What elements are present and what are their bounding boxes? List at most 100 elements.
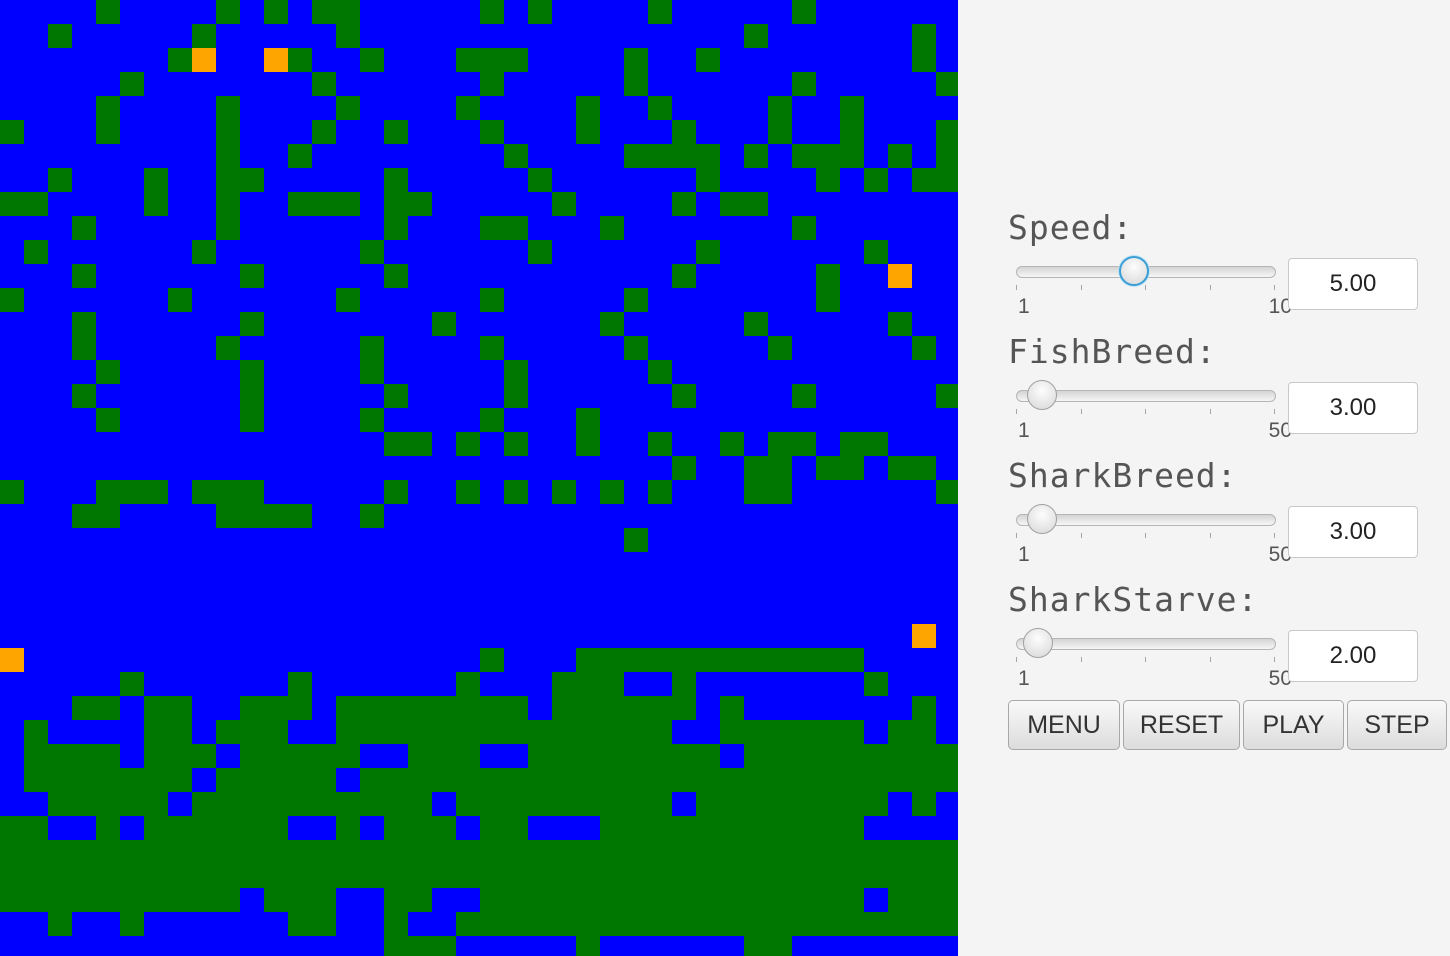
- fish-cell: [792, 888, 816, 912]
- slider-thumb[interactable]: [1027, 380, 1057, 410]
- fish-cell: [864, 432, 888, 456]
- slider-thumb[interactable]: [1119, 256, 1149, 286]
- fish-cell: [792, 216, 816, 240]
- fish-cell: [264, 840, 288, 864]
- fish-cell: [672, 888, 696, 912]
- fish-cell: [192, 792, 216, 816]
- fish-cell: [96, 792, 120, 816]
- fish-cell: [216, 144, 240, 168]
- fish-cell: [552, 912, 576, 936]
- fish-cell: [480, 120, 504, 144]
- fish-cell: [72, 264, 96, 288]
- fish-cell: [888, 144, 912, 168]
- reset-button[interactable]: RESET: [1123, 700, 1240, 750]
- fish-cell: [288, 768, 312, 792]
- fish-cell: [768, 120, 792, 144]
- fish-cell: [768, 840, 792, 864]
- fish-cell: [144, 816, 168, 840]
- speed-value-field[interactable]: 5.00: [1288, 258, 1418, 310]
- fish-cell: [456, 432, 480, 456]
- shark-cell: [264, 48, 288, 72]
- fish-cell: [720, 912, 744, 936]
- fish-cell: [744, 816, 768, 840]
- fish-cell: [744, 720, 768, 744]
- fish-cell: [120, 792, 144, 816]
- fish-cell: [48, 888, 72, 912]
- fish-cell: [936, 768, 958, 792]
- sharkstarve-value-field[interactable]: 2.00: [1288, 630, 1418, 682]
- fish-cell: [456, 96, 480, 120]
- slider-tick: [1016, 657, 1017, 662]
- fish-cell: [624, 336, 648, 360]
- fish-cell: [816, 840, 840, 864]
- fish-cell: [480, 408, 504, 432]
- fish-cell: [456, 864, 480, 888]
- speed-slider[interactable]: 1 10: [1016, 250, 1292, 318]
- fish-cell: [480, 696, 504, 720]
- fish-cell: [312, 72, 336, 96]
- fish-cell: [48, 24, 72, 48]
- fish-cell: [768, 912, 792, 936]
- fish-cell: [384, 696, 408, 720]
- fish-cell: [504, 864, 528, 888]
- fish-cell: [768, 480, 792, 504]
- fish-cell: [288, 744, 312, 768]
- fish-cell: [72, 504, 96, 528]
- fish-cell: [360, 336, 384, 360]
- fish-cell: [864, 792, 888, 816]
- sharkbreed-slider[interactable]: 1 50: [1016, 498, 1292, 566]
- fishbreed-slider[interactable]: 1 50: [1016, 374, 1292, 442]
- fish-cell: [720, 768, 744, 792]
- slider-tick: [1210, 533, 1211, 538]
- fish-cell: [576, 96, 600, 120]
- fish-cell: [312, 120, 336, 144]
- fish-cell: [768, 768, 792, 792]
- fish-cell: [216, 336, 240, 360]
- fish-cell: [528, 768, 552, 792]
- fish-cell: [504, 888, 528, 912]
- fish-cell: [696, 744, 720, 768]
- fish-cell: [120, 72, 144, 96]
- fish-cell: [312, 768, 336, 792]
- play-button[interactable]: PLAY: [1243, 700, 1344, 750]
- fish-cell: [72, 216, 96, 240]
- fish-cell: [576, 840, 600, 864]
- fish-cell: [288, 192, 312, 216]
- slider-tick: [1016, 285, 1017, 290]
- fish-cell: [696, 144, 720, 168]
- fish-cell: [384, 120, 408, 144]
- fish-cell: [24, 888, 48, 912]
- fish-cell: [480, 336, 504, 360]
- fish-cell: [96, 96, 120, 120]
- slider-thumb[interactable]: [1027, 504, 1057, 534]
- menu-button[interactable]: MENU: [1008, 700, 1120, 750]
- fish-cell: [744, 864, 768, 888]
- slider-tick: [1210, 409, 1211, 414]
- fish-cell: [384, 720, 408, 744]
- slider-thumb[interactable]: [1023, 628, 1053, 658]
- fish-cell: [552, 888, 576, 912]
- fish-cell: [696, 864, 720, 888]
- fish-cell: [216, 192, 240, 216]
- fish-cell: [408, 792, 432, 816]
- sharkbreed-value-field[interactable]: 3.00: [1288, 506, 1418, 558]
- fishbreed-control: FishBreed: 1 50 3.00: [1008, 330, 1450, 454]
- fish-cell: [48, 840, 72, 864]
- fish-cell: [744, 912, 768, 936]
- fish-cell: [600, 864, 624, 888]
- fish-cell: [408, 744, 432, 768]
- fish-cell: [0, 864, 24, 888]
- fishbreed-value-field[interactable]: 3.00: [1288, 382, 1418, 434]
- fish-cell: [936, 480, 958, 504]
- slider-track[interactable]: [1016, 638, 1276, 650]
- fish-cell: [336, 792, 360, 816]
- fish-cell: [144, 864, 168, 888]
- fish-cell: [384, 216, 408, 240]
- fish-cell: [744, 768, 768, 792]
- fish-cell: [864, 672, 888, 696]
- sharkstarve-slider[interactable]: 1 50: [1016, 622, 1292, 690]
- fish-cell: [96, 120, 120, 144]
- fish-cell: [264, 864, 288, 888]
- fish-cell: [792, 720, 816, 744]
- step-button[interactable]: STEP: [1347, 700, 1447, 750]
